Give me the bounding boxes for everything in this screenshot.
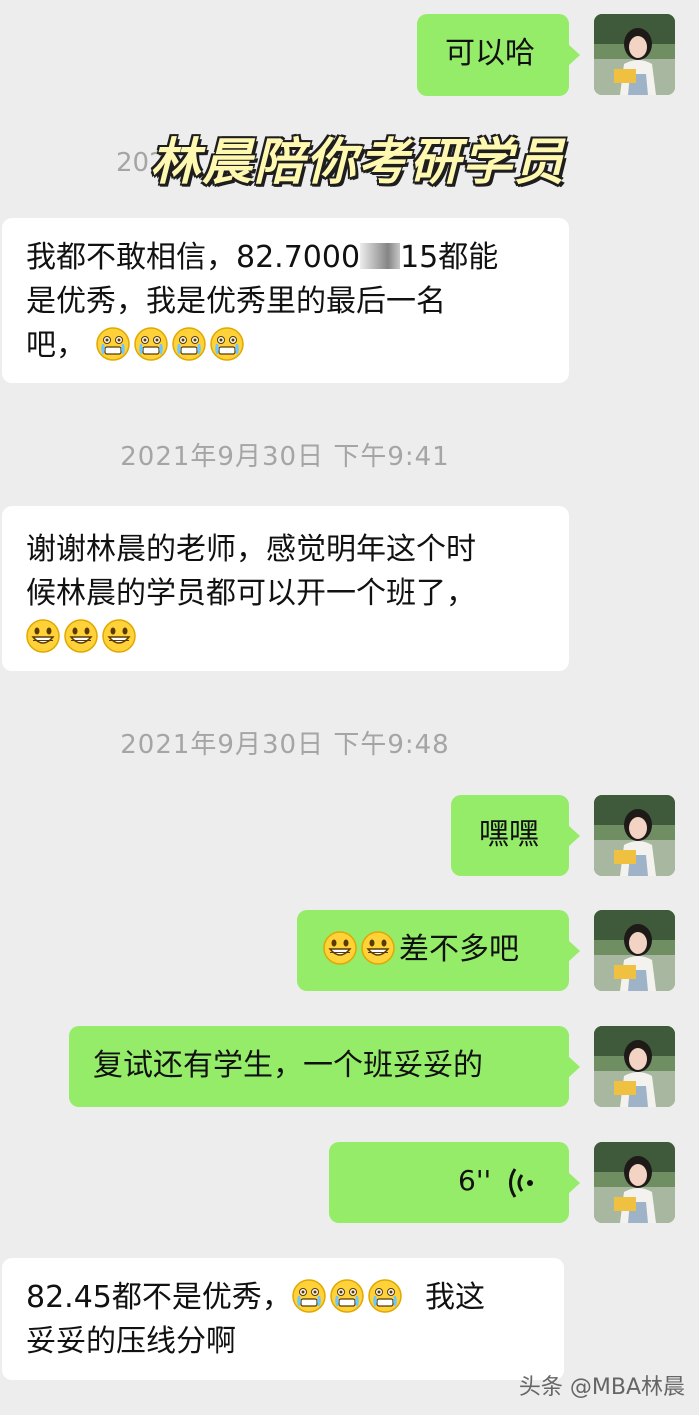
avatar[interactable] xyxy=(594,1142,675,1223)
voice-duration: 6'' xyxy=(458,1164,492,1197)
timestamp: 2021年9月30日 下午9:48 xyxy=(120,730,450,760)
avatar[interactable] xyxy=(594,910,675,991)
message-bubble-incoming[interactable]: 谢谢林晨的老师，感觉明年这个时 候林晨的学员都可以开一个班了， xyxy=(2,506,569,671)
grimace-tears-emoji xyxy=(368,1279,402,1313)
message-line: 吧， xyxy=(26,324,569,368)
footer-watermark: 头条 @MBA林晨 xyxy=(518,1375,685,1400)
message-text: 嘿嘿 xyxy=(479,817,539,852)
avatar-image xyxy=(594,14,675,95)
message-bubble-outgoing[interactable]: 可以哈 xyxy=(417,14,580,96)
grin-emoji xyxy=(64,619,98,653)
message-line: 是优秀，我是优秀里的最后一名 xyxy=(26,284,446,319)
avatar-image xyxy=(594,910,675,991)
grimace-tears-emoji xyxy=(330,1279,364,1313)
grimace-tears-emoji xyxy=(133,327,168,361)
grin-emoji xyxy=(26,619,60,653)
message-bubble-outgoing[interactable]: 嘿嘿 xyxy=(451,795,580,876)
message-line xyxy=(26,616,569,660)
avatar[interactable] xyxy=(594,1026,675,1107)
grimace-tears-emoji xyxy=(209,327,244,361)
avatar[interactable] xyxy=(594,14,675,95)
grimace-tears-emoji xyxy=(95,327,130,361)
message-text: 可以哈 xyxy=(445,36,535,71)
message-line: 候林晨的学员都可以开一个班了， xyxy=(26,576,476,611)
redaction-blur xyxy=(360,243,401,269)
grimace-tears-emoji xyxy=(292,1279,326,1313)
grin-emoji xyxy=(361,931,395,965)
message-line: 谢谢林晨的老师，感觉明年这个时 xyxy=(26,532,476,567)
grimace-tears-emoji xyxy=(171,327,206,361)
avatar-image xyxy=(594,795,675,876)
message-line: 82.45都不是优秀， 我这 xyxy=(26,1279,485,1315)
avatar-image xyxy=(594,1026,675,1107)
grin-emoji xyxy=(323,931,357,965)
message-bubble-outgoing[interactable]: 复试还有学生，一个班妥妥的 xyxy=(69,1026,580,1107)
message-text: 差不多吧 xyxy=(399,932,519,967)
timestamp: 2021年9月30日 下午9:41 xyxy=(120,442,450,472)
message-bubble-incoming[interactable]: 我都不敢相信，82.7000 15都能 是优秀，我是优秀里的最后一名 吧， xyxy=(2,218,569,383)
message-text: 复试还有学生，一个班妥妥的 xyxy=(93,1048,483,1083)
grin-emoji xyxy=(102,619,136,653)
avatar-image xyxy=(594,1142,675,1223)
message-line: 妥妥的压线分啊 xyxy=(26,1324,236,1359)
watermark-text: 林晨陪你考研学员 xyxy=(150,133,566,191)
message-bubble-outgoing[interactable]: 差不多吧 xyxy=(297,910,580,991)
voice-wave-icon xyxy=(509,1168,533,1198)
message-line: 我都不敢相信，82.7000 15都能 xyxy=(26,240,499,275)
avatar[interactable] xyxy=(594,795,675,876)
message-bubble-incoming[interactable]: 82.45都不是优秀， 我这 妥妥的压线分啊 xyxy=(2,1258,564,1380)
